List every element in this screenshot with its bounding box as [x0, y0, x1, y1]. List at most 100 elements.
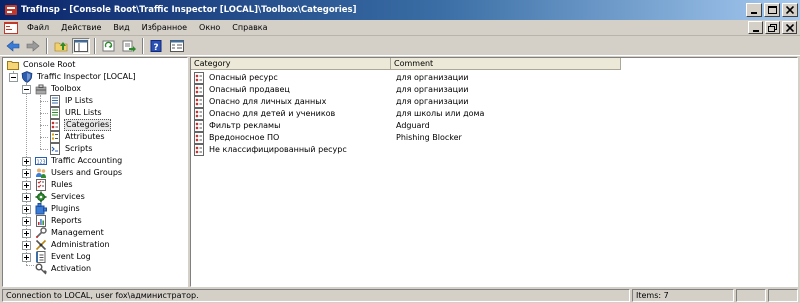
refresh-icon: [102, 40, 115, 51]
list-item[interactable]: Фильтр рекламы Adguard: [193, 120, 793, 132]
app-icon: [5, 5, 17, 15]
close-icon: [786, 6, 794, 14]
tree-node-reports[interactable]: Reports: [35, 215, 83, 227]
tree-node-toolbox[interactable]: Toolbox: [35, 83, 82, 95]
list-item[interactable]: Не классифицированный ресурс: [193, 144, 793, 156]
tree-node-services[interactable]: Services: [35, 191, 86, 203]
category-comment: Phishing Blocker: [396, 133, 462, 142]
tree-expander-expand[interactable]: [22, 217, 31, 226]
help-button[interactable]: ?: [148, 38, 166, 54]
categories-icon: [50, 119, 60, 131]
tree-node-administration[interactable]: Administration: [35, 239, 111, 251]
tree-connector: [40, 113, 48, 114]
tree-node-plugins[interactable]: Plugins: [35, 203, 81, 215]
tree-expander-expand[interactable]: [22, 229, 31, 238]
menu-file[interactable]: Файл: [21, 20, 55, 36]
list-item[interactable]: Опасно для детей и учеников для школы ил…: [193, 108, 793, 120]
tree-node-traffic-accounting[interactable]: 123 Traffic Accounting: [35, 155, 123, 167]
maximize-button[interactable]: [764, 3, 780, 17]
menu-view[interactable]: Вид: [107, 20, 135, 36]
category-icon: [194, 132, 204, 144]
tree-node-users-and-groups[interactable]: Users and Groups: [35, 167, 123, 179]
tree-expander-expand[interactable]: [22, 181, 31, 190]
category-name: Опасный ресурс: [209, 73, 278, 82]
tree-connector: [40, 101, 48, 102]
category-name: Не классифицированный ресурс: [209, 145, 347, 154]
list-item[interactable]: Опасный ресурс для организации: [193, 72, 793, 84]
status-empty-1: [736, 289, 766, 302]
forward-button[interactable]: [24, 38, 42, 54]
tree-label: Administration: [51, 240, 110, 249]
tree-label: Console Root: [23, 60, 76, 69]
tree-expander-expand[interactable]: [22, 169, 31, 178]
menu-favorites[interactable]: Избранное: [136, 20, 193, 36]
menu-bar: Файл Действие Вид Избранное Окно Справка: [0, 20, 800, 36]
tree-node-activation[interactable]: Activation: [35, 263, 92, 275]
close-button[interactable]: [782, 3, 798, 17]
tree-node-attributes[interactable]: Attributes: [49, 131, 106, 143]
category-comment: для школы или дома: [396, 109, 485, 118]
toolbar-separator: [142, 37, 144, 54]
tree-node-rules[interactable]: Rules: [35, 179, 74, 191]
tree-label: Categories: [64, 119, 112, 131]
list-item[interactable]: Опасный продавец для организации: [193, 84, 793, 96]
child-minimize-button[interactable]: [748, 21, 763, 34]
category-icon: [194, 72, 204, 84]
category-name: Опасно для личных данных: [209, 97, 327, 106]
attributes-icon: [50, 131, 60, 143]
tree-label: Toolbox: [51, 84, 81, 93]
child-close-button[interactable]: [782, 21, 797, 34]
list-item[interactable]: Опасно для личных данных для организации: [193, 96, 793, 108]
tree-expander-expand[interactable]: [22, 157, 31, 166]
category-comment: для организации: [396, 85, 469, 94]
tree-expander-collapse[interactable]: [22, 85, 31, 94]
tree-label: Services: [51, 192, 85, 201]
mmc-document-icon[interactable]: [3, 21, 19, 35]
title-bar[interactable]: TrafInsp - [Console Root\Traffic Inspect…: [0, 0, 800, 20]
tree-expander-expand[interactable]: [22, 193, 31, 202]
tree-expander-expand[interactable]: [22, 253, 31, 262]
child-restore-button[interactable]: [765, 21, 780, 34]
list-icon: [50, 95, 60, 107]
tree-expander-expand[interactable]: [22, 241, 31, 250]
export-list-button[interactable]: [120, 38, 138, 54]
tree-label: IP Lists: [65, 96, 93, 105]
tree-node-scripts[interactable]: Scripts: [49, 143, 93, 155]
column-header-comment[interactable]: Comment: [391, 58, 621, 70]
refresh-button[interactable]: [100, 38, 118, 54]
tree-node-url-lists[interactable]: URL Lists: [49, 107, 103, 119]
properties-button[interactable]: [168, 38, 186, 54]
tree-node-traffic-inspector[interactable]: Traffic Inspector [LOCAL]: [21, 71, 137, 83]
back-button[interactable]: [4, 38, 22, 54]
category-icon: [194, 96, 204, 108]
maximize-icon: [767, 6, 777, 14]
tree-expander-expand[interactable]: [22, 205, 31, 214]
menu-window[interactable]: Окно: [193, 20, 226, 36]
tree-node-ip-lists[interactable]: IP Lists: [49, 95, 94, 107]
result-list[interactable]: Category Comment Опасный ресурс для орга…: [190, 57, 798, 287]
tree-label: Plugins: [51, 204, 80, 213]
shield-icon: [21, 71, 33, 83]
tree-node-console-root[interactable]: Console Root: [7, 59, 76, 71]
list-item[interactable]: Вредоносное ПО Phishing Blocker: [193, 132, 793, 144]
counter-icon: 123: [35, 157, 47, 166]
tree-expander-collapse[interactable]: [9, 73, 18, 82]
console-tree[interactable]: Console Root Traffic Inspector [LOCAL] T…: [2, 57, 188, 287]
menu-action[interactable]: Действие: [55, 20, 107, 36]
minimize-button[interactable]: [746, 3, 762, 17]
show-hide-tree-button[interactable]: [72, 37, 90, 54]
tree-label: Reports: [51, 216, 82, 225]
column-header-category[interactable]: Category: [191, 58, 391, 70]
menu-help[interactable]: Справка: [226, 20, 273, 36]
category-comment: для организации: [396, 97, 469, 106]
category-comment: Adguard: [396, 121, 430, 130]
tree-node-event-log[interactable]: Event Log: [35, 251, 92, 263]
event-log-icon: [36, 251, 46, 263]
export-icon: [122, 40, 136, 52]
tree-label: Rules: [51, 180, 73, 189]
tree-node-categories[interactable]: Categories: [49, 119, 112, 131]
up-one-level-button[interactable]: [52, 38, 70, 54]
tree-connector: [40, 137, 48, 138]
tree-node-management[interactable]: Management: [35, 227, 105, 239]
minimize-icon: [752, 29, 759, 32]
